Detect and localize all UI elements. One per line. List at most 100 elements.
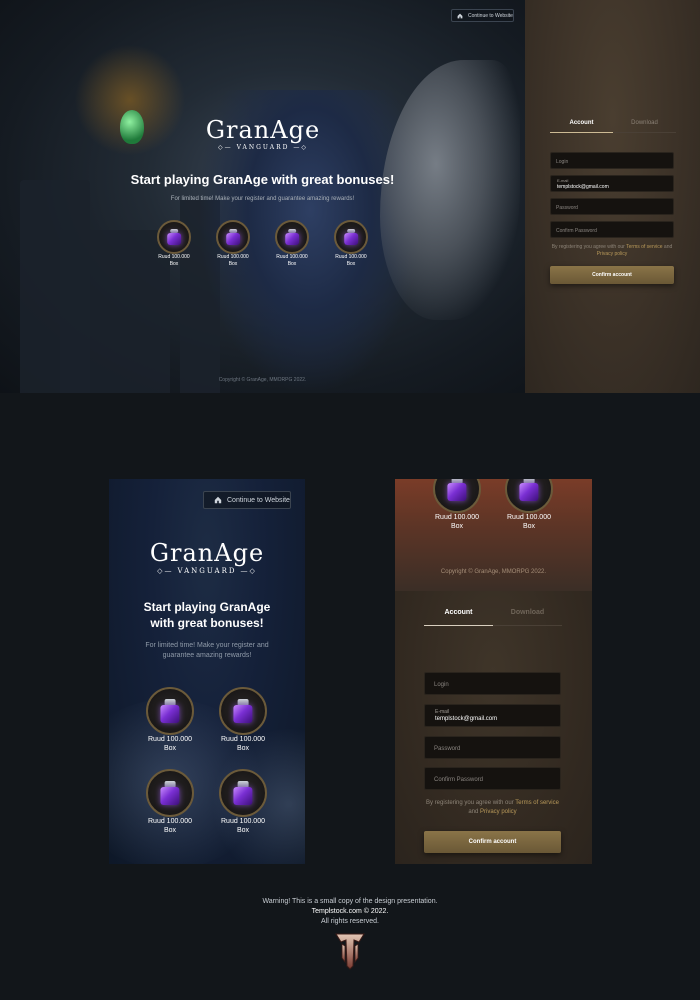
reward-ring — [219, 769, 267, 817]
terms-link[interactable]: Terms of service — [515, 800, 559, 806]
terms-link[interactable]: Terms of service — [626, 244, 662, 250]
logo-title: GranAge — [205, 116, 321, 144]
mobile-preview-form: Ruud 100.000 Box Ruud 100.000 Box Copyright… — [395, 479, 592, 864]
privacy-link[interactable]: Privacy policy — [480, 809, 517, 815]
reward-label-line1: Ruud 100.000 — [221, 736, 265, 743]
mobile-preview-landing: Continue to Website GranAge ◇— VANGUARD —◇… — [109, 479, 305, 864]
reward-ring — [146, 769, 194, 817]
email-value: templstock@gmail.com — [435, 716, 498, 722]
headline: Start playing GranAge with great bonuses… — [130, 172, 395, 187]
logo-subtitle: ◇— VANGUARD —◇ — [157, 567, 257, 575]
reward-label-line1: Ruud 100.000 — [217, 254, 249, 260]
headline-line-1: Start playing GranAge — [143, 600, 271, 614]
reward-label-line1: Ruud 100.000 — [276, 254, 308, 260]
logo-subtitle: ◇— VANGUARD —◇ — [217, 144, 309, 151]
copyright: Copyright © GranAge, MMORPG 2022. — [440, 569, 547, 575]
potion-bottle-icon — [225, 228, 242, 246]
reward-ring — [146, 687, 194, 735]
reward-item: Ruud 100.000 Box — [216, 687, 270, 753]
tab-download[interactable]: Download — [613, 120, 676, 133]
footer: Warning! This is a small copy of the des… — [0, 897, 700, 927]
confirm-account-button[interactable]: Confirm account — [550, 266, 674, 284]
tab-account[interactable]: Account — [424, 609, 493, 626]
subline: For limited time! Make your register and… — [119, 641, 295, 661]
reward-label-line1: Ruud 100.000 — [335, 254, 367, 260]
reward-label-line2: Box — [522, 523, 536, 530]
reward-item: Ruud 100.000 Box — [334, 220, 368, 268]
potion-bottle-icon — [445, 479, 469, 501]
logo-title: GranAge — [149, 539, 265, 567]
reward-ring — [334, 220, 368, 254]
email-label: E-mail — [557, 178, 569, 183]
reward-item: Ruud 100.000 Box — [143, 769, 197, 835]
login-field[interactable]: Login — [424, 672, 561, 695]
hero-section: Continue to Website GranAge ◇— VANGUARD —◇… — [0, 0, 525, 393]
password-field[interactable]: Password — [424, 736, 561, 759]
terms-text: By registering you agree with our Terms … — [426, 800, 559, 815]
desktop-preview: Continue to Website GranAge ◇— VANGUARD —◇… — [0, 0, 700, 393]
password-placeholder: Password — [556, 205, 578, 211]
home-icon — [457, 13, 463, 18]
potion-bottle-icon — [517, 479, 541, 501]
reward-item: Ruud 100.000 Box — [157, 220, 191, 268]
footer-rights: All rights reserved. — [321, 918, 379, 925]
continue-label: Continue to Website — [227, 496, 290, 504]
continue-label: Continue to Website — [468, 12, 513, 19]
potion-bottle-icon — [231, 781, 255, 805]
privacy-link[interactable]: Privacy policy — [597, 251, 628, 257]
login-placeholder: Login — [556, 159, 569, 165]
headline: Start playing GranAge with great bonuses… — [119, 599, 295, 631]
potion-bottle-icon — [231, 699, 255, 723]
reward-item: Ruud 100.000 Box — [216, 220, 250, 268]
reward-label-line2: Box — [163, 827, 177, 834]
registration-panel: Account Download Login E-mail templstock… — [395, 591, 592, 864]
reward-ring — [219, 687, 267, 735]
reward-label-line1: Ruud 100.000 — [158, 254, 190, 260]
reward-label-line1: Ruud 100.000 — [148, 818, 192, 825]
potion-bottle-icon — [284, 228, 301, 246]
reward-label-line2: Box — [450, 523, 464, 530]
tab-account[interactable]: Account — [550, 120, 613, 133]
reward-label-line2: Box — [228, 261, 238, 267]
hero-section: Ruud 100.000 Box Ruud 100.000 Box Copyright… — [395, 479, 592, 591]
reward-label-line1: Ruud 100.000 — [435, 514, 479, 521]
tiamat-emblem-icon — [335, 933, 365, 970]
email-field[interactable]: E-mail templstock@gmail.com — [550, 175, 674, 192]
login-field[interactable]: Login — [550, 152, 674, 169]
email-value: templstock@gmail.com — [557, 184, 609, 190]
subline-line-1: For limited time! Make your register and — [145, 642, 269, 649]
tab-download[interactable]: Download — [493, 609, 562, 626]
reward-label-line1: Ruud 100.000 — [148, 736, 192, 743]
password-field[interactable]: Password — [550, 198, 674, 215]
reward-ring — [157, 220, 191, 254]
logo-sub-text: VANGUARD — [177, 567, 237, 575]
reward-ring — [505, 479, 553, 513]
reward-ring — [216, 220, 250, 254]
reward-label-line1: Ruud 100.000 — [507, 514, 551, 521]
reward-label-line2: Box — [236, 827, 250, 834]
reward-label-line2: Box — [287, 261, 297, 267]
registration-panel: Account Download Login E-mail templstock… — [525, 0, 700, 393]
potion-bottle-icon — [158, 699, 182, 723]
confirm-password-field[interactable]: Confirm Password — [550, 221, 674, 238]
confirm-password-field[interactable]: Confirm Password — [424, 767, 561, 790]
email-label: E-mail — [435, 709, 450, 715]
terms-text: By registering you agree with our Terms … — [551, 244, 673, 257]
reward-item: Ruud 100.000 Box — [216, 769, 270, 835]
confirm-account-button[interactable]: Confirm account — [424, 831, 561, 853]
potion-bottle-icon — [166, 228, 183, 246]
logo-sub-text: VANGUARD — [236, 144, 290, 151]
reward-item: Ruud 100.000 Box — [433, 479, 481, 531]
headline-line-2: with great bonuses! — [150, 616, 264, 630]
subline-line-2: guarantee amazing rewards! — [162, 652, 252, 659]
potion-bottle-icon — [343, 228, 360, 246]
continue-to-website-button[interactable]: Continue to Website — [203, 491, 291, 509]
continue-to-website-button[interactable]: Continue to Website — [451, 9, 514, 22]
email-field[interactable]: E-mail templstock@gmail.com — [424, 704, 561, 727]
subline: For limited time! Make your register and… — [170, 196, 355, 202]
potion-bottle-icon — [158, 781, 182, 805]
reward-label-line2: Box — [346, 261, 356, 267]
reward-item: Ruud 100.000 Box — [505, 479, 553, 531]
password-placeholder: Password — [434, 746, 461, 752]
confirm-password-placeholder: Confirm Password — [556, 228, 597, 234]
